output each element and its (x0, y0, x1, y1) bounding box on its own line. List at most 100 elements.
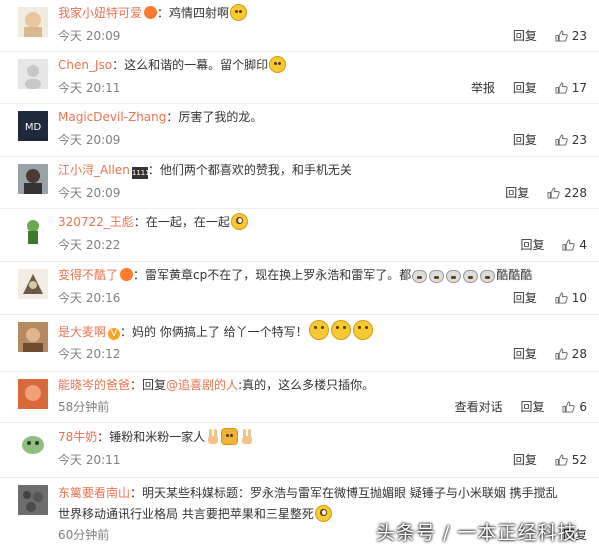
comment-text-continued: 世界移动通讯行业格局 共言要把苹果和三星整死 (58, 507, 314, 521)
comment-username[interactable]: Chen_Jso (58, 58, 112, 72)
comment-item: 320722_王彪：在一起，在一起 今天 20:22 回复 4 (0, 209, 599, 262)
comment-text: 厉害了我的龙。 (178, 110, 263, 124)
avatar[interactable] (18, 269, 48, 299)
comment-time: 今天 20:09 (58, 133, 121, 147)
comment-item: 江小浔_Allen 1111：他们两个都喜欢的赞我，和手机无关 今天 20:09 … (0, 157, 599, 209)
comment-username[interactable]: 能晓岑的爸爸 (58, 378, 130, 392)
comment-time: 58分钟前 (58, 400, 110, 414)
like-button[interactable]: 28 (555, 347, 587, 361)
like-count: 17 (571, 81, 587, 95)
cool-emoji-icon (463, 270, 479, 283)
member-badge-icon: 1111 (131, 167, 150, 179)
comment-username[interactable]: 78牛奶 (58, 430, 97, 444)
thumbs-up-icon (562, 239, 576, 251)
avatar[interactable] (18, 379, 48, 409)
reply-prefix: 回复 (142, 378, 167, 392)
like-button[interactable]: 228 (547, 186, 587, 200)
thumbs-up-icon (555, 454, 568, 466)
like-count: 28 (571, 347, 587, 361)
laugh-emoji-icon (230, 213, 248, 230)
cool-emoji-icon (480, 270, 496, 283)
comment-item: 能晓岑的爸爸：回复@追喜剧的人:真的，这么多楼只插你。 58分钟前 查看对话 回… (0, 372, 599, 423)
reply-button[interactable]: 回复 (513, 347, 537, 361)
stunned-emoji-icon (352, 320, 373, 340)
verified-v-icon: V (108, 328, 121, 340)
cool-emoji-icon (446, 270, 462, 283)
comment-username[interactable]: 320722_王彪 (58, 215, 134, 229)
comment-username[interactable]: 江小浔_Allen (58, 163, 130, 177)
avatar[interactable]: MD (18, 111, 48, 141)
comment-item: 变得不酷了 ：雷军黄章cp不在了，现在换上罗永浩和雷军了。都 酷酷酷 今天 20:1… (0, 262, 599, 315)
comment-time: 今天 20:16 (58, 291, 121, 305)
comment-username[interactable]: 是大麦啊 (58, 325, 106, 339)
thumbs-up-icon (547, 187, 560, 199)
like-button[interactable]: 4 (562, 238, 587, 252)
comment-text: 明天某些科媒标题：罗永浩与雷军在微博互抛媚眼 疑锤子与小米联姻 携手搅乱 (142, 486, 558, 500)
like-button[interactable]: 23 (555, 133, 587, 147)
like-count: 52 (571, 453, 587, 467)
like-count: 6 (579, 400, 587, 414)
sigh-emoji-icon (269, 56, 287, 73)
view-conversation-button[interactable]: 查看对话 (455, 400, 503, 414)
avatar[interactable] (18, 485, 48, 515)
thumbs-up-icon (555, 30, 568, 42)
peace-hand-icon (208, 429, 219, 444)
comment-time: 今天 20:11 (58, 453, 121, 467)
reply-button[interactable]: 回复 (505, 186, 529, 200)
avatar[interactable] (18, 59, 48, 89)
comment-time: 今天 20:12 (58, 347, 121, 361)
thumbs-up-icon (555, 348, 568, 360)
comment-text: 雷军黄章cp不在了，现在换上罗永浩和雷军了。都 (145, 268, 412, 282)
comment-username[interactable]: MagicDevil-Zhang (58, 110, 166, 124)
reply-button[interactable]: 回复 (513, 291, 537, 305)
thumbs-up-icon (555, 82, 568, 94)
comment-text-suffix: 酷酷酷 (496, 268, 533, 282)
cool-emoji-icon (429, 270, 445, 283)
avatar[interactable] (18, 164, 48, 194)
comment-text: 真的，这么多楼只插你。 (242, 378, 375, 392)
mention-link[interactable]: @追喜剧的人 (166, 378, 238, 392)
comment-username[interactable]: 变得不酷了 (58, 268, 118, 282)
watermark: 头条号 / 一本正经科技 (376, 522, 578, 544)
comment-time: 今天 20:09 (58, 29, 121, 43)
comment-item: 是大麦啊 V ：妈的 你俩搞上了 给丫一个特写！ 今天 20:12 回复 28 (0, 315, 599, 372)
reply-button[interactable]: 回复 (521, 238, 545, 252)
comment-text: 在一起，在一起 (145, 215, 230, 229)
reply-button[interactable]: 回复 (513, 81, 537, 95)
comment-text: 他们两个都喜欢的赞我，和手机无关 (159, 163, 352, 177)
like-button[interactable]: 6 (562, 400, 587, 414)
comment-username[interactable]: 东篱要看南山 (58, 486, 130, 500)
comment-list: 我家小妞特可爱 ：鸡情四射啊 今天 20:09 回复 23 Chen_Jso：这么… (0, 0, 599, 554)
avatar[interactable] (18, 430, 48, 460)
comment-text: 鸡情四射啊 (169, 6, 230, 20)
comment-username[interactable]: 我家小妞特可爱 (58, 6, 142, 20)
like-button[interactable]: 17 (555, 81, 587, 95)
report-button[interactable]: 举报 (471, 81, 495, 95)
stunned-emoji-icon (308, 320, 329, 340)
thumbs-up-icon (555, 134, 568, 146)
avatar[interactable] (18, 216, 48, 246)
user-badge-icon (120, 268, 134, 281)
comment-item: Chen_Jso：这么和谐的一幕。留个脚印 今天 20:11 举报 回复 17 (0, 52, 599, 104)
laugh-emoji-icon (314, 505, 332, 522)
comment-item: 我家小妞特可爱 ：鸡情四射啊 今天 20:09 回复 23 (0, 0, 599, 52)
svg-text:MD: MD (25, 122, 42, 133)
like-button[interactable]: 10 (555, 291, 587, 305)
reply-button[interactable]: 回复 (513, 29, 537, 43)
comment-time: 今天 20:22 (58, 238, 121, 252)
reply-button[interactable]: 回复 (521, 400, 545, 414)
stunned-emoji-icon (330, 320, 351, 340)
thumbs-up-icon (555, 292, 568, 304)
avatar[interactable] (18, 322, 48, 352)
thumbs-up-icon (562, 401, 576, 413)
reply-button[interactable]: 回复 (513, 453, 537, 467)
like-button[interactable]: 52 (555, 453, 587, 467)
avatar[interactable] (18, 7, 48, 37)
comment-time: 今天 20:11 (58, 81, 121, 95)
comment-item: MD MagicDevil-Zhang：厉害了我的龙。 今天 20:09 回复 … (0, 104, 599, 157)
like-button[interactable]: 23 (555, 29, 587, 43)
reply-button[interactable]: 回复 (513, 133, 537, 147)
comment-text: 妈的 你俩搞上了 给丫一个特写！ (132, 325, 308, 339)
user-badge-icon (144, 6, 158, 19)
like-count: 228 (564, 186, 587, 200)
